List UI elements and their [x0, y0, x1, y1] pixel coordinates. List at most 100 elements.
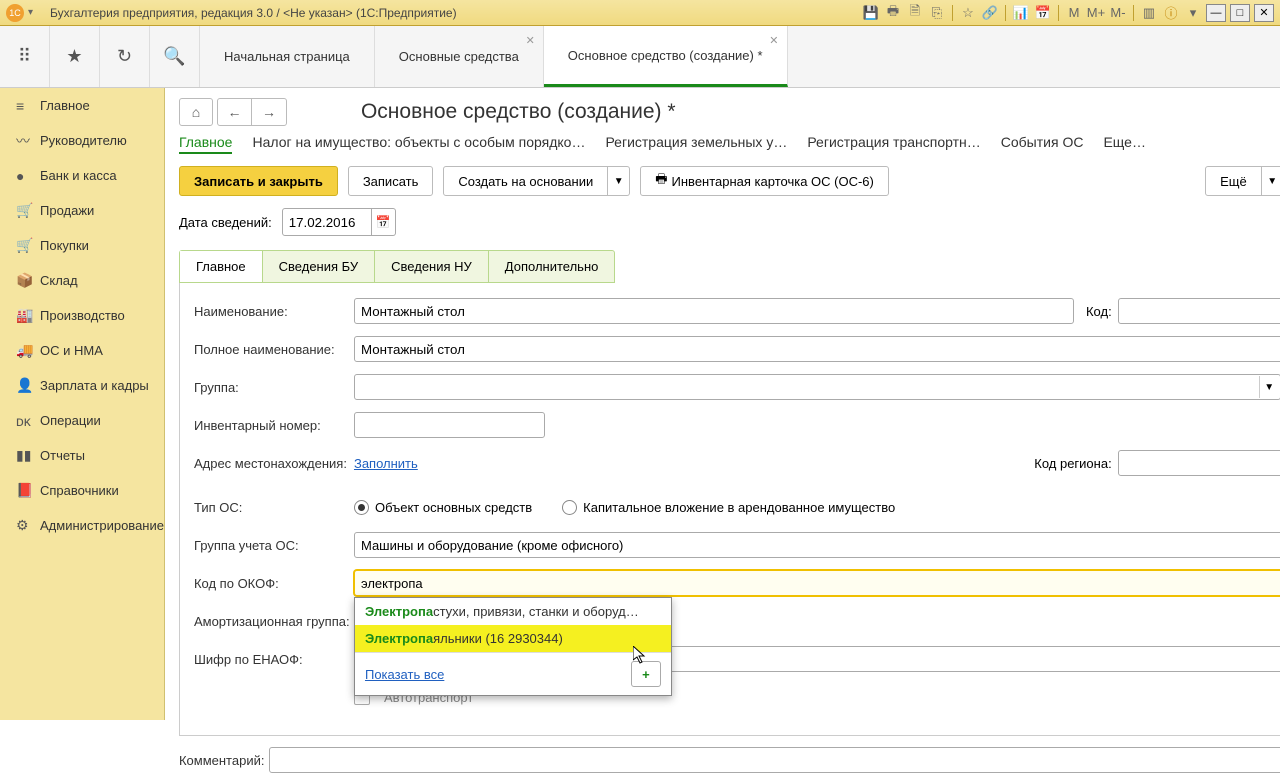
sidebar-item-label: Отчеты: [40, 448, 85, 463]
tb-fav-icon[interactable]: ☆: [959, 4, 977, 22]
region-input[interactable]: [1118, 450, 1280, 476]
home-button[interactable]: ⌂: [179, 98, 213, 126]
titlebar-text: Бухгалтерия предприятия, редакция 3.0 / …: [50, 6, 862, 20]
tb-save-icon[interactable]: 💾: [862, 4, 880, 22]
tb-calc-icon[interactable]: 📊: [1012, 4, 1030, 22]
sidebar-icon: 📦: [16, 272, 40, 289]
sidebar-item-label: Зарплата и кадры: [40, 378, 149, 393]
save-close-button[interactable]: Записать и закрыть: [179, 166, 338, 196]
subtab-property-tax[interactable]: Налог на имущество: объекты с особым пор…: [252, 134, 585, 154]
search-icon[interactable]: 🔍: [150, 26, 200, 87]
window-minimize[interactable]: —: [1206, 4, 1226, 22]
sidebar-item-0[interactable]: ≡Главное: [0, 88, 164, 123]
chevron-down-icon[interactable]: ▼: [1259, 376, 1279, 398]
window-maximize[interactable]: □: [1230, 4, 1250, 22]
form-tab-nu[interactable]: Сведения НУ: [375, 251, 489, 282]
tb-m-btn[interactable]: M: [1065, 4, 1083, 22]
tb-dd-icon[interactable]: ▾: [1184, 4, 1202, 22]
tab-start-page[interactable]: Начальная страница: [200, 26, 375, 87]
group-label: Группа:: [194, 380, 354, 395]
sidebar-item-label: Главное: [40, 98, 90, 113]
sidebar-item-10[interactable]: ▮▮Отчеты: [0, 438, 164, 473]
sidebar-item-label: Склад: [40, 273, 78, 288]
code-label: Код:: [1086, 304, 1112, 319]
address-fill-link[interactable]: Заполнить: [354, 456, 418, 471]
inv-num-input[interactable]: [354, 412, 545, 438]
sidebar-icon: ▮▮: [16, 447, 40, 464]
form-tab-additional[interactable]: Дополнительно: [489, 251, 615, 282]
group-select[interactable]: ▼: [354, 374, 1280, 400]
close-icon[interactable]: ✕: [526, 34, 535, 47]
sidebar-item-8[interactable]: 👤Зарплата и кадры: [0, 368, 164, 403]
apps-icon[interactable]: ⠿: [0, 26, 50, 87]
forward-button[interactable]: →: [252, 99, 286, 125]
chevron-down-icon[interactable]: ▼: [1262, 166, 1280, 196]
address-label: Адрес местонахождения:: [194, 456, 354, 471]
tb-preview-icon[interactable]: 🗎: [906, 4, 924, 22]
sidebar-item-1[interactable]: 〰Руководителю: [0, 123, 164, 158]
tb-mm-btn[interactable]: M-: [1109, 4, 1127, 22]
sidebar-item-11[interactable]: 📕Справочники: [0, 473, 164, 508]
sidebar-item-12[interactable]: ⚙Администрирование: [0, 508, 164, 543]
tb-compare-icon[interactable]: ⎘: [928, 4, 946, 22]
calendar-icon[interactable]: 📅: [372, 208, 396, 236]
tab-fixed-assets[interactable]: Основные средства✕: [375, 26, 544, 87]
sidebar-item-9[interactable]: ᴅᴋОперации: [0, 403, 164, 438]
titlebar-menu-dd[interactable]: ▾: [28, 7, 44, 18]
sidebar-item-6[interactable]: 🏭Производство: [0, 298, 164, 333]
tb-panels-icon[interactable]: ▥: [1140, 4, 1158, 22]
tb-link-icon[interactable]: 🔗: [981, 4, 999, 22]
more-button[interactable]: Ещё: [1205, 166, 1262, 196]
subtab-main[interactable]: Главное: [179, 134, 233, 154]
comment-input[interactable]: [269, 747, 1280, 773]
acc-group-select[interactable]: Машины и оборудование (кроме офисного)▼: [354, 532, 1280, 558]
sidebar-item-2[interactable]: ●Банк и касса: [0, 158, 164, 193]
sidebar-icon: 📕: [16, 482, 40, 499]
tb-calendar-icon[interactable]: 📅: [1034, 4, 1052, 22]
name-label: Наименование:: [194, 304, 354, 319]
radio-object[interactable]: [354, 500, 369, 515]
sidebar-item-5[interactable]: 📦Склад: [0, 263, 164, 298]
form-tab-main[interactable]: Главное: [180, 251, 263, 282]
subtab-events[interactable]: События ОС: [1001, 134, 1084, 154]
tb-info-icon[interactable]: ⓘ: [1162, 4, 1180, 22]
tb-mp-btn[interactable]: M+: [1087, 4, 1105, 22]
sidebar-item-label: Справочники: [40, 483, 119, 498]
star-icon[interactable]: ★: [50, 26, 100, 87]
okof-dropdown: Электропастухи, привязи, станки и оборуд…: [354, 597, 672, 696]
sidebar-icon: ⚙: [16, 517, 40, 534]
close-icon[interactable]: ✕: [769, 34, 778, 47]
dropdown-item[interactable]: Электропастухи, привязи, станки и оборуд…: [355, 598, 671, 625]
add-button[interactable]: +: [631, 661, 661, 687]
history-icon[interactable]: ↻: [100, 26, 150, 87]
sidebar-icon: ᴅᴋ: [16, 413, 40, 429]
inventory-card-button[interactable]: 🖶 Инвентарная карточка ОС (ОС-6): [640, 166, 889, 196]
sidebar-item-7[interactable]: 🚚ОС и НМА: [0, 333, 164, 368]
okof-label: Код по ОКОФ:: [194, 576, 354, 591]
comment-label: Комментарий:: [179, 753, 269, 768]
sidebar-icon: 🚚: [16, 342, 40, 359]
amort-label: Амортизационная группа:: [194, 614, 354, 629]
radio-capital[interactable]: [562, 500, 577, 515]
chevron-down-icon[interactable]: ▼: [608, 166, 630, 196]
sidebar-item-4[interactable]: 🛒Покупки: [0, 228, 164, 263]
subtab-more[interactable]: Еще…: [1103, 134, 1146, 154]
tab-fixed-asset-create[interactable]: Основное средство (создание) *✕: [544, 26, 788, 87]
sidebar-item-3[interactable]: 🛒Продажи: [0, 193, 164, 228]
save-button[interactable]: Записать: [348, 166, 434, 196]
create-based-button[interactable]: Создать на основании: [443, 166, 608, 196]
back-button[interactable]: ←: [218, 99, 252, 125]
region-label: Код региона:: [1034, 456, 1111, 471]
form-tab-bu[interactable]: Сведения БУ: [263, 251, 376, 282]
window-close[interactable]: ✕: [1254, 4, 1274, 22]
subtab-transport-reg[interactable]: Регистрация транспортн…: [807, 134, 980, 154]
subtab-land-reg[interactable]: Регистрация земельных у…: [605, 134, 787, 154]
tb-print-icon[interactable]: 🖶: [884, 4, 902, 22]
okof-input[interactable]: электропа ▼ Электропастухи, привязи, ста…: [354, 570, 1280, 596]
code-input[interactable]: [1118, 298, 1280, 324]
dropdown-item-selected[interactable]: Электропаяльники (16 2930344): [355, 625, 671, 652]
date-input[interactable]: [282, 208, 372, 236]
show-all-link[interactable]: Показать все: [365, 667, 444, 682]
fullname-input[interactable]: [354, 336, 1280, 362]
name-input[interactable]: [354, 298, 1074, 324]
